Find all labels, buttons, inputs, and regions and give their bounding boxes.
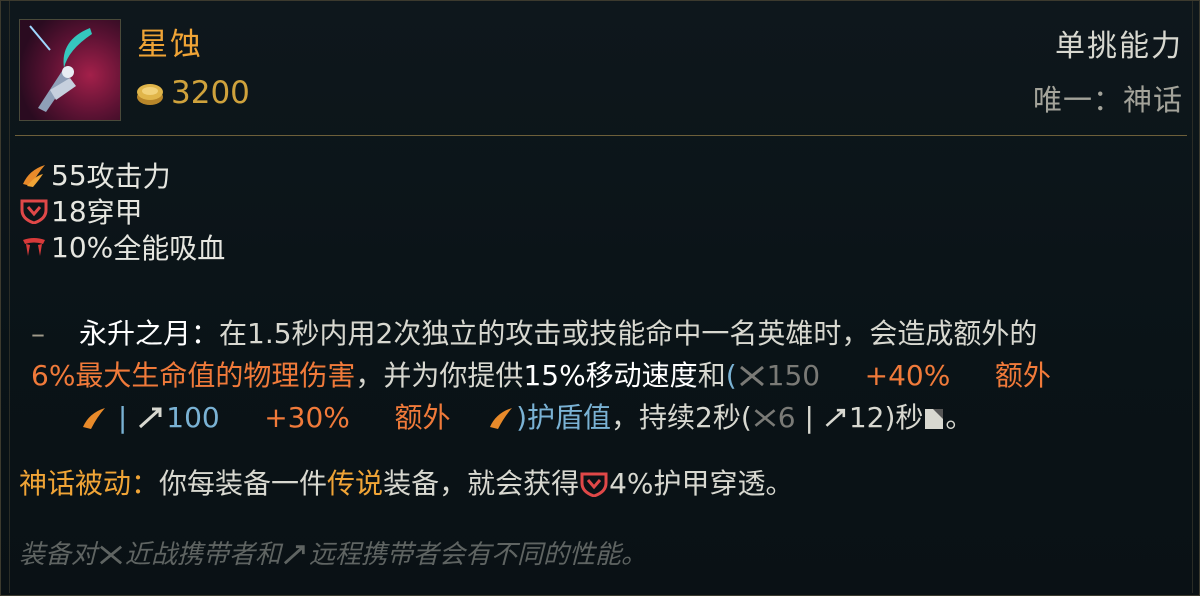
melee-duration: 6 xyxy=(777,401,796,434)
melee-bonus: +40% xyxy=(864,359,951,392)
omnivamp-icon xyxy=(23,238,45,256)
armor-penetration-icon xyxy=(20,199,48,224)
melee-icon xyxy=(754,409,776,427)
melee-icon xyxy=(739,365,764,387)
stat-label: 攻击力 xyxy=(86,160,171,193)
footer-text-2: 近战携带者和 xyxy=(125,540,282,570)
passive-and: 和 xyxy=(697,359,726,392)
ranged-bonus: +30% xyxy=(264,401,350,434)
item-category: 单挑能力 xyxy=(1055,29,1183,64)
mythic-value: 4%护甲穿透 xyxy=(609,467,766,500)
stat-attack-damage: 55 攻击力 xyxy=(19,157,225,193)
passive-period: 。 xyxy=(945,401,974,434)
passive-move-speed: 15%移动速度 xyxy=(523,359,698,392)
passive-damage: 6%最大生命值的物理伤害 xyxy=(31,359,356,392)
passive-dash: – xyxy=(31,317,45,350)
cursor-icon xyxy=(925,409,944,429)
armor-penetration-icon xyxy=(580,472,608,497)
item-name: 星蚀 xyxy=(137,27,203,63)
footer-text-3: 远程携带者会有不同的性能。 xyxy=(309,540,648,570)
bonus-word: 额外 xyxy=(994,359,1051,392)
passive-text-3: ，持续2秒( xyxy=(611,401,752,434)
passive-description: – 永升之月：在1.5秒内用2次独立的攻击或技能命中一名英雄时，会造成额外的 6%… xyxy=(31,313,1171,439)
passive-text-1: 在1.5秒内用2次独立的攻击或技能命中一名英雄时，会造成额外的 xyxy=(219,317,1038,350)
attack-damage-icon xyxy=(23,165,45,187)
attack-damage-icon xyxy=(490,408,513,429)
bonus-word: 额外 xyxy=(394,401,451,434)
footer-note: 装备对 近战携带者和 远程携带者会有不同的性能。 xyxy=(19,535,1179,575)
mythic-legendary: 传说 xyxy=(327,467,384,500)
ranged-icon xyxy=(283,545,305,565)
shield-separator: | xyxy=(117,401,128,434)
stat-value: 55 xyxy=(51,158,87,192)
item-tooltip: 星蚀 3200 单挑能力 唯一：神话 55 攻击力 18 穿甲 10% 全能吸血… xyxy=(0,0,1200,596)
passive-text-2: ，并为你提供 xyxy=(355,359,524,392)
passive-name: 永升之月 xyxy=(79,317,192,350)
header-divider xyxy=(15,135,1187,136)
melee-shield-value: 150 xyxy=(766,359,821,392)
ranged-duration: 12 xyxy=(848,401,885,434)
shield-open-paren: ( xyxy=(725,359,737,392)
shield-label: 护盾值 xyxy=(527,401,612,434)
stat-omnivamp: 10% 全能吸血 xyxy=(19,229,225,265)
stat-label: 全能吸血 xyxy=(113,232,226,265)
stats-list: 55 攻击力 18 穿甲 10% 全能吸血 xyxy=(19,157,225,265)
mythic-colon: ： xyxy=(131,467,160,500)
mythic-passive: 神话被动：你每装备一件传说装备，就会获得 4%护甲穿透。 xyxy=(19,463,1179,505)
stat-value: 10% xyxy=(51,230,114,264)
shield-close-paren: ) xyxy=(516,401,527,434)
mythic-text-1: 你每装备一件 xyxy=(159,467,328,500)
passive-colon: ： xyxy=(191,317,220,350)
mythic-text-2: 装备，就会获得 xyxy=(383,467,580,500)
mythic-period: 。 xyxy=(765,467,794,500)
mythic-label: 神话被动 xyxy=(19,467,132,500)
footer-text-1: 装备对 xyxy=(19,540,98,570)
item-unique-type: 唯一：神话 xyxy=(1032,83,1183,117)
item-cost: 3200 xyxy=(171,75,250,111)
item-portrait xyxy=(19,19,121,121)
ranged-icon xyxy=(825,408,845,427)
stat-value: 18 xyxy=(51,194,87,228)
stat-armor-penetration: 18 穿甲 xyxy=(19,193,225,229)
gold-coin-icon xyxy=(137,84,163,105)
stat-label: 穿甲 xyxy=(86,196,143,229)
ranged-icon xyxy=(139,407,162,429)
ranged-shield-value: 100 xyxy=(166,401,220,434)
attack-damage-icon xyxy=(83,408,105,429)
melee-icon xyxy=(99,545,123,565)
passive-text-4: )秒 xyxy=(884,401,924,434)
duration-separator: | xyxy=(804,401,814,434)
